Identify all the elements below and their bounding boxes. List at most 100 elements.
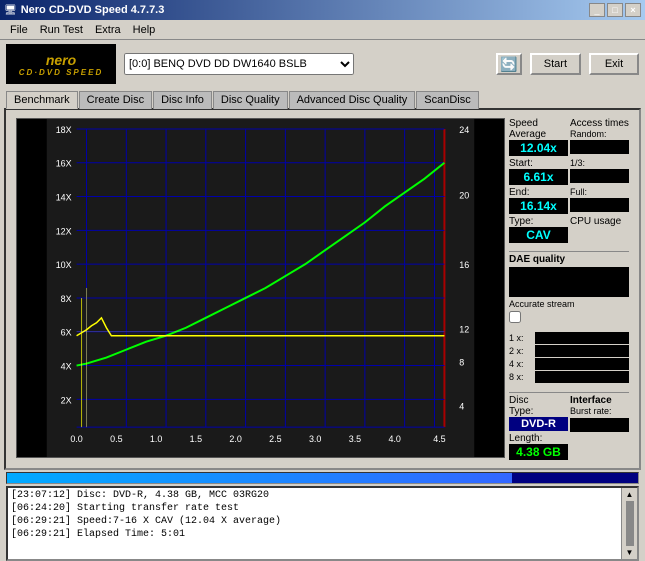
- disc-label: Disc Type:: [509, 395, 568, 417]
- accurate-stream-label: Accurate stream: [509, 299, 629, 309]
- exit-button[interactable]: Exit: [589, 53, 639, 75]
- scrollbar-up[interactable]: ▲: [626, 490, 634, 499]
- svg-text:4.0: 4.0: [388, 434, 400, 444]
- cpu-4x-bar: [535, 358, 629, 370]
- start-block: Start: 6.61x: [509, 158, 568, 185]
- end-value: 16.14x: [509, 198, 568, 214]
- burst-rate-value-box: [570, 418, 629, 432]
- speed-average-value: 12.04x: [509, 140, 568, 156]
- menu-extra[interactable]: Extra: [89, 22, 127, 38]
- interface-block: Interface Burst rate:: [570, 395, 629, 460]
- svg-text:20: 20: [459, 191, 469, 201]
- right-panel: Speed Average 12.04x Access times Random…: [509, 118, 629, 460]
- speed-section: Speed Average 12.04x Access times Random…: [509, 118, 629, 243]
- cpu-row-8x: 8 x:: [509, 371, 629, 383]
- svg-text:24: 24: [459, 125, 469, 135]
- full-block: Full:: [570, 187, 629, 214]
- svg-text:2.5: 2.5: [269, 434, 281, 444]
- type-value: CAV: [509, 227, 568, 243]
- svg-text:4X: 4X: [61, 362, 72, 372]
- app-logo: nero CD·DVD SPEED: [6, 44, 116, 84]
- progress-bar-container: [6, 472, 639, 484]
- menu-file[interactable]: File: [4, 22, 34, 38]
- full-value-box: [570, 198, 629, 212]
- scrollbar-thumb: [626, 501, 634, 546]
- tab-scandisc[interactable]: ScanDisc: [416, 91, 478, 109]
- svg-text:4.5: 4.5: [433, 434, 445, 444]
- tab-advanced-disc-quality[interactable]: Advanced Disc Quality: [289, 91, 416, 109]
- title-bar: 🖥 Nero CD-DVD Speed 4.7.7.3 _ □ ×: [0, 0, 645, 20]
- tab-disc-info[interactable]: Disc Info: [153, 91, 212, 109]
- start-label: Start:: [509, 158, 568, 169]
- drive-selector-area: [0:0] BENQ DVD DD DW1640 BSLB: [124, 53, 488, 75]
- svg-text:12X: 12X: [56, 226, 72, 236]
- cpu-4x-label: 4 x:: [509, 359, 533, 369]
- tab-create-disc[interactable]: Create Disc: [79, 91, 152, 109]
- top-area: nero CD·DVD SPEED [0:0] BENQ DVD DD DW16…: [0, 40, 645, 88]
- tab-benchmark[interactable]: Benchmark: [6, 91, 78, 109]
- access-times-block: Access times Random:: [570, 118, 629, 156]
- svg-text:1.0: 1.0: [150, 434, 162, 444]
- speed-average-block: Speed Average 12.04x: [509, 118, 568, 156]
- minimize-button[interactable]: _: [589, 3, 605, 17]
- menu-help[interactable]: Help: [127, 22, 162, 38]
- disc-type-value: DVD-R: [509, 417, 568, 431]
- log-text-area: [23:07:12] Disc: DVD-R, 4.38 GB, MCC 03R…: [8, 488, 621, 559]
- svg-text:0.0: 0.0: [70, 434, 82, 444]
- access-times-label: Access times: [570, 118, 629, 129]
- scrollbar-down[interactable]: ▼: [626, 548, 634, 557]
- svg-text:2.0: 2.0: [229, 434, 241, 444]
- speed-label: Speed: [509, 118, 568, 129]
- cpu-1x-label: 1 x:: [509, 333, 533, 343]
- log-scrollbar[interactable]: ▲ ▼: [621, 488, 637, 559]
- disc-type-block: Disc Type: DVD-R Length: 4.38 GB: [509, 395, 568, 460]
- one-third-block: 1/3:: [570, 158, 629, 185]
- progress-bar-fill: [7, 473, 512, 483]
- start-button[interactable]: Start: [530, 53, 581, 75]
- end-block: End: 16.14x: [509, 187, 568, 214]
- cpu-usage-label: CPU usage: [570, 216, 629, 227]
- disc-section: Disc Type: DVD-R Length: 4.38 GB Interfa…: [509, 392, 629, 460]
- close-button[interactable]: ×: [625, 3, 641, 17]
- svg-text:3.0: 3.0: [309, 434, 321, 444]
- svg-text:4: 4: [459, 401, 464, 411]
- burst-rate-label: Burst rate:: [570, 406, 629, 416]
- cpu-usage-block: CPU usage: [570, 216, 629, 243]
- menu-run-test[interactable]: Run Test: [34, 22, 89, 38]
- log-line-2: [06:29:21] Speed:7-16 X CAV (12.04 X ave…: [9, 515, 620, 528]
- cpu-row-1x: 1 x:: [509, 332, 629, 344]
- svg-text:12: 12: [459, 325, 469, 335]
- chart-area: 18X 16X 14X 12X 10X 8X 6X 4X 2X 24 20 16…: [16, 118, 505, 458]
- svg-text:14X: 14X: [56, 193, 72, 203]
- log-line-1: [06:24:20] Starting transfer rate test: [9, 502, 620, 515]
- disc-length-value: 4.38 GB: [509, 444, 568, 460]
- svg-text:10X: 10X: [56, 260, 72, 270]
- refresh-icon: 🔄: [500, 56, 517, 73]
- menu-bar: File Run Test Extra Help: [0, 20, 645, 40]
- interface-label: Interface: [570, 395, 629, 406]
- svg-text:0.5: 0.5: [110, 434, 122, 444]
- type-label: Type:: [509, 216, 568, 227]
- dae-section: DAE quality Accurate stream: [509, 251, 629, 325]
- drive-select[interactable]: [0:0] BENQ DVD DD DW1640 BSLB: [124, 53, 354, 75]
- tab-content: 18X 16X 14X 12X 10X 8X 6X 4X 2X 24 20 16…: [4, 108, 641, 470]
- tab-disc-quality[interactable]: Disc Quality: [213, 91, 288, 109]
- full-label: Full:: [570, 187, 629, 197]
- svg-text:2X: 2X: [61, 395, 72, 405]
- tabs-container: Benchmark Create Disc Disc Info Disc Qua…: [0, 88, 645, 108]
- random-label: Random:: [570, 129, 629, 139]
- random-value-box: [570, 140, 629, 154]
- speed-avg-label: Average: [509, 129, 568, 140]
- maximize-button[interactable]: □: [607, 3, 623, 17]
- disc-length-label: Length:: [509, 433, 568, 444]
- accurate-stream-checkbox[interactable]: [509, 311, 521, 323]
- svg-text:8X: 8X: [61, 294, 72, 304]
- refresh-button[interactable]: 🔄: [496, 53, 522, 75]
- cpu-8x-label: 8 x:: [509, 372, 533, 382]
- app-title: Nero CD-DVD Speed 4.7.7.3: [21, 4, 165, 16]
- cpu-2x-bar: [535, 345, 629, 357]
- cpu-1x-bar: [535, 332, 629, 344]
- main-content: 18X 16X 14X 12X 10X 8X 6X 4X 2X 24 20 16…: [10, 114, 635, 464]
- one-third-label: 1/3:: [570, 158, 629, 168]
- svg-text:3.5: 3.5: [349, 434, 361, 444]
